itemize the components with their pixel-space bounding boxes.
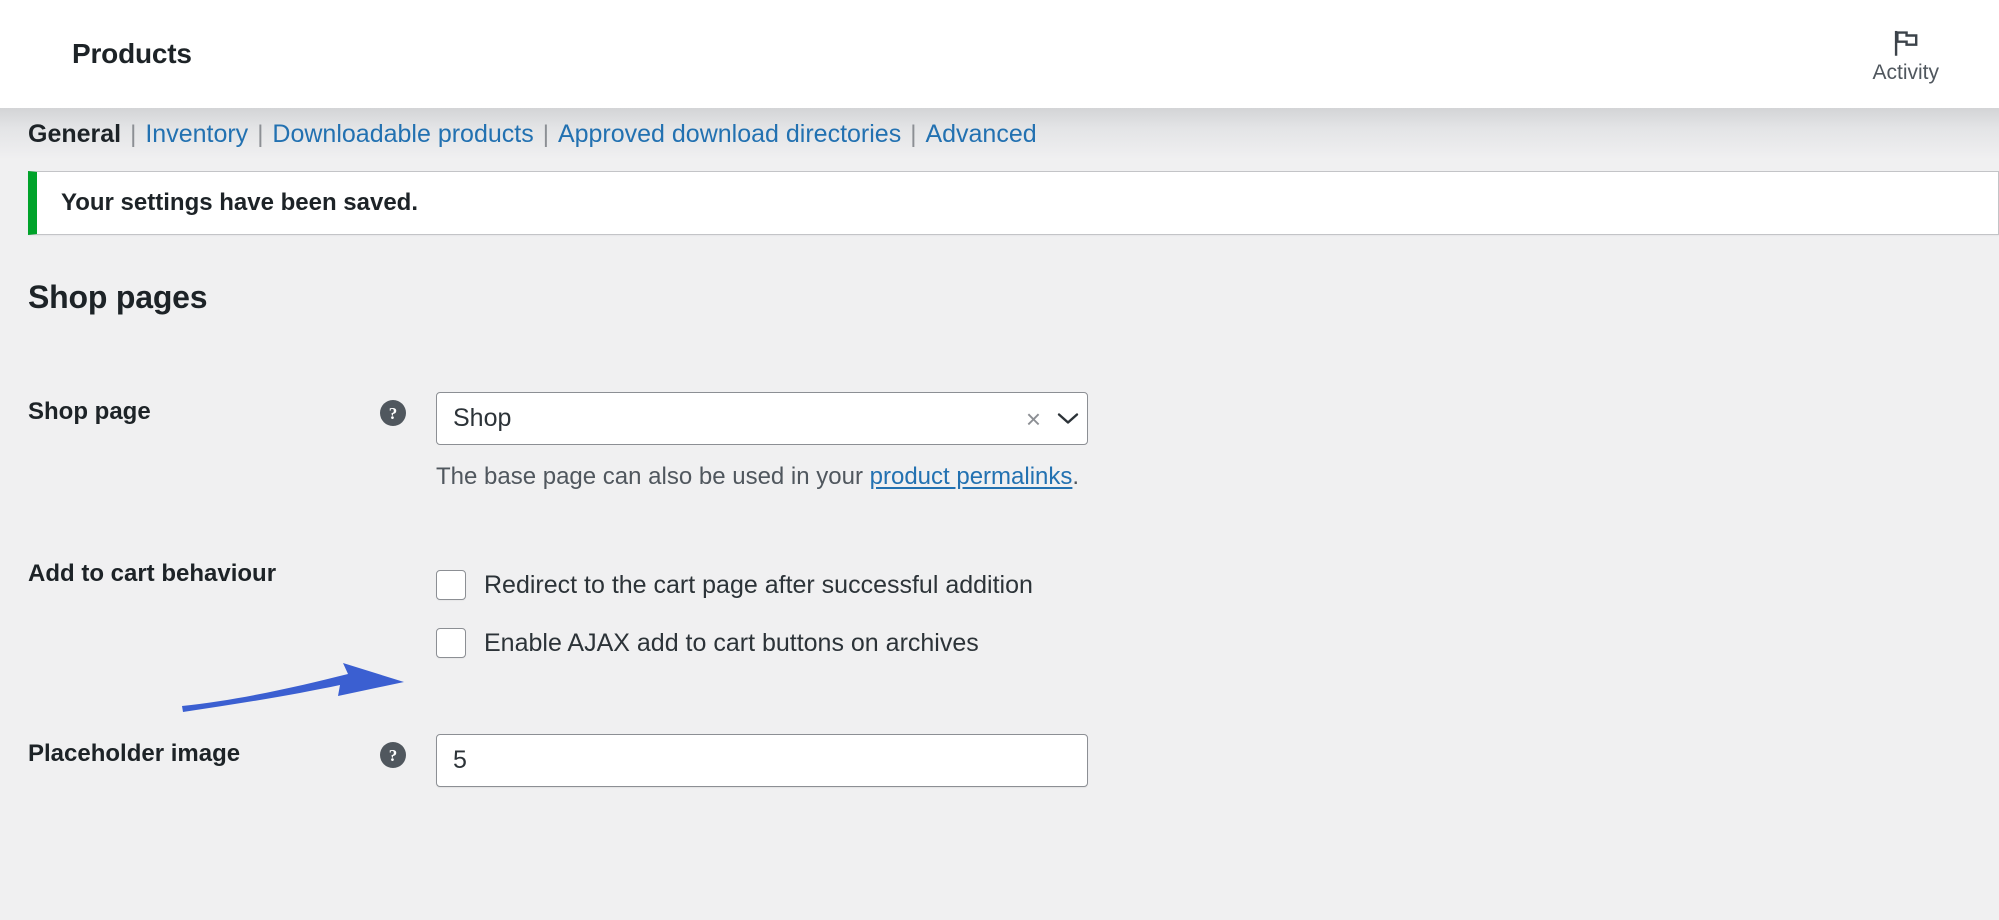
settings-saved-notice: Your settings have been saved. xyxy=(28,171,1999,235)
chevron-down-icon[interactable] xyxy=(1049,412,1087,425)
placeholder-image-input[interactable] xyxy=(436,734,1088,787)
form-row-shop-page: Shop page ? Shop × The base page can als… xyxy=(28,392,1999,492)
tab-separator: | xyxy=(901,123,925,147)
tab-separator: | xyxy=(121,123,145,147)
page-title: Products xyxy=(72,38,192,70)
label-placeholder-image: Placeholder image xyxy=(28,734,380,768)
tab-inventory[interactable]: Inventory xyxy=(145,122,248,147)
question-mark-icon[interactable]: ? xyxy=(380,400,406,426)
field-shop-page: Shop × The base page can also be used in… xyxy=(436,392,1999,492)
field-placeholder-image xyxy=(436,734,1999,787)
flag-icon xyxy=(1889,26,1923,60)
app-header: Products Activity xyxy=(0,0,1999,108)
question-mark-icon[interactable]: ? xyxy=(380,742,406,768)
checkbox-label-enable-ajax: Enable AJAX add to cart buttons on archi… xyxy=(484,629,979,658)
help-cell-empty xyxy=(380,554,436,562)
tab-advanced[interactable]: Advanced xyxy=(925,122,1036,147)
shop-page-description: The base page can also be used in your p… xyxy=(436,461,1999,492)
checkbox-label-redirect-to-cart: Redirect to the cart page after successf… xyxy=(484,571,1033,600)
settings-content: Shop pages Shop page ? Shop × xyxy=(0,279,1999,787)
form-row-add-to-cart-behaviour: Add to cart behaviour Redirect to the ca… xyxy=(28,554,1999,672)
activity-button[interactable]: Activity xyxy=(1872,26,1975,83)
label-add-to-cart-behaviour: Add to cart behaviour xyxy=(28,554,380,588)
description-text-after: . xyxy=(1072,463,1079,490)
tab-separator: | xyxy=(248,123,272,147)
clear-icon[interactable]: × xyxy=(1018,406,1049,432)
tab-downloadable-products[interactable]: Downloadable products xyxy=(272,122,533,147)
checkbox-row-enable-ajax[interactable]: Enable AJAX add to cart buttons on archi… xyxy=(436,614,1999,672)
product-permalinks-link[interactable]: product permalinks xyxy=(870,463,1073,490)
activity-label: Activity xyxy=(1872,62,1939,83)
tab-general[interactable]: General xyxy=(28,122,121,147)
checkbox-redirect-to-cart[interactable] xyxy=(436,570,466,600)
description-text-before: The base page can also be used in your xyxy=(436,463,870,490)
help-cell: ? xyxy=(380,734,436,768)
shop-page-selected-value: Shop xyxy=(437,404,1018,433)
settings-form: Shop page ? Shop × The base page can als… xyxy=(28,392,1999,787)
checkbox-row-redirect-to-cart[interactable]: Redirect to the cart page after successf… xyxy=(436,556,1999,614)
tab-approved-download-directories[interactable]: Approved download directories xyxy=(558,122,901,147)
shop-page-select[interactable]: Shop × xyxy=(436,392,1088,445)
notice-message: Your settings have been saved. xyxy=(37,189,418,217)
field-add-to-cart-behaviour: Redirect to the cart page after successf… xyxy=(436,554,1999,672)
label-shop-page: Shop page xyxy=(28,392,380,426)
tab-separator: | xyxy=(534,123,558,147)
form-row-placeholder-image: Placeholder image ? xyxy=(28,734,1999,787)
checkbox-group: Redirect to the cart page after successf… xyxy=(436,556,1999,672)
settings-tab-bar: General | Inventory | Downloadable produ… xyxy=(0,108,1999,160)
section-heading-shop-pages: Shop pages xyxy=(28,279,1999,316)
checkbox-enable-ajax[interactable] xyxy=(436,628,466,658)
help-cell: ? xyxy=(380,392,436,426)
settings-tabs: General | Inventory | Downloadable produ… xyxy=(28,122,1037,147)
